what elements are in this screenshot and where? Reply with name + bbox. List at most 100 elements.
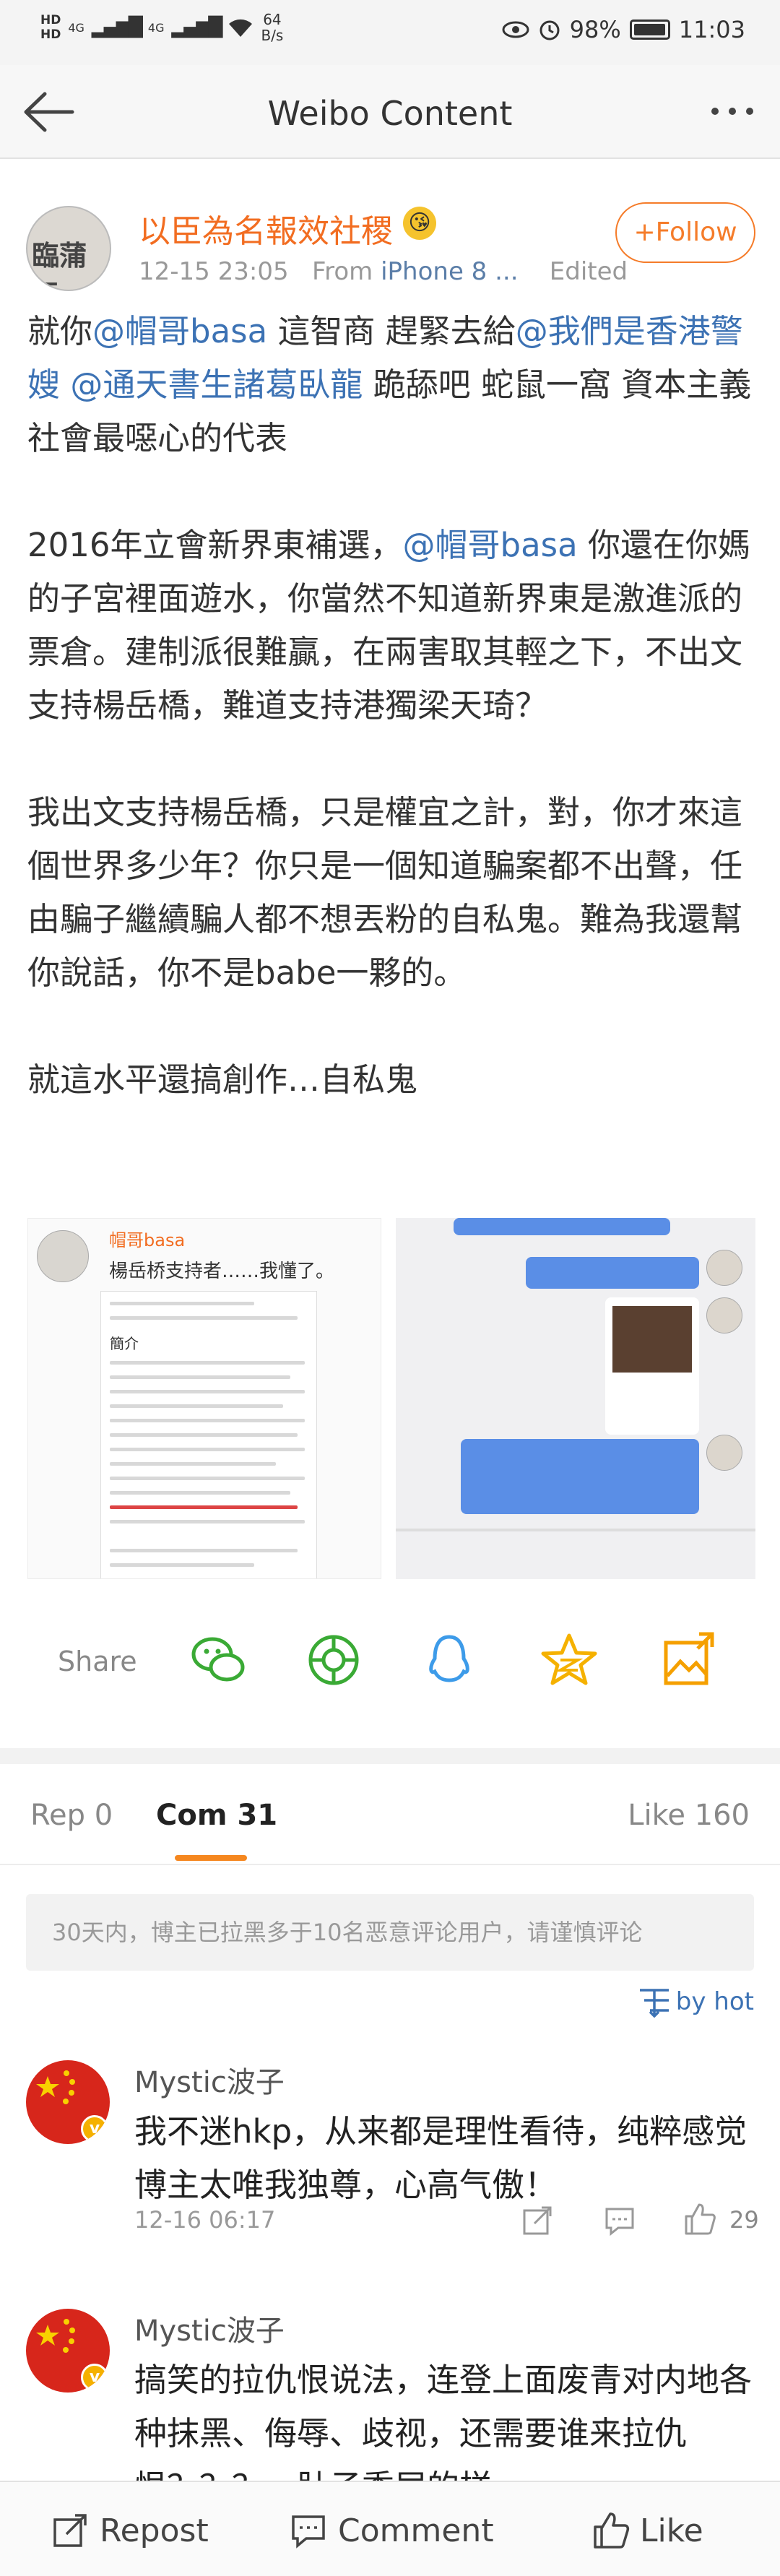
post-paragraph: 就這水平還搞創作…自私鬼 <box>27 1053 757 1107</box>
user-mention-link[interactable]: @帽哥basa <box>403 526 578 564</box>
page-title: Weibo Content <box>267 94 513 133</box>
doc-line <box>110 1302 254 1305</box>
battery-percent: 98% <box>569 16 621 43</box>
doc-line <box>110 1390 305 1393</box>
wechat-icon[interactable] <box>188 1630 248 1690</box>
status-bar: HD HD 4G ▂▄▆█ 4G ▂▄▆█ 64 B/s 98% 11:03 <box>0 0 780 65</box>
edited-label[interactable]: Edited <box>550 257 628 286</box>
author-avatar[interactable]: 臨蒲臣 <box>26 206 111 291</box>
doc-line <box>110 1477 305 1480</box>
author-badge-icon: 😘 <box>403 207 436 240</box>
commenter-name[interactable]: Mystic波子 <box>134 2059 285 2101</box>
follow-button[interactable]: +Follow <box>615 202 755 263</box>
eye-icon <box>502 21 529 38</box>
commenter-avatar[interactable]: v <box>26 2060 110 2144</box>
post-device[interactable]: iPhone 8 ... <box>381 257 518 286</box>
post-text-segment: 我出文支持楊岳橋，只是權宜之計，對，你才來這個世界多少年？你只是一個知道騙案都不… <box>27 793 743 992</box>
comment-like-icon[interactable] <box>682 2202 716 2236</box>
hd-label-1: HD <box>40 13 61 27</box>
post-text-segment: 就這水平還搞創作…自私鬼 <box>27 1060 418 1099</box>
post-meta: 12-15 23:05 From iPhone 8 ... Edited <box>139 257 628 286</box>
screenshot-doc-title: 簡介 <box>110 1335 139 1352</box>
network-type-2: 4G <box>147 20 165 35</box>
follow-label: Follow <box>655 217 737 247</box>
post-paragraph: 我出文支持楊岳橋，只是權宜之計，對，你才來這個世界多少年？你只是一個知道騙案都不… <box>27 786 757 1000</box>
repost-icon <box>53 2514 87 2547</box>
more-options-icon[interactable] <box>706 97 758 126</box>
doc-line <box>110 1491 290 1495</box>
post-image-1[interactable]: 帽哥basa 楊岳桥支持者……我懂了。 簡介 <box>27 1218 381 1579</box>
comment-like-count: 29 <box>729 2206 759 2234</box>
commenter-name[interactable]: Mystic波子 <box>134 2307 285 2349</box>
sort-button[interactable]: by hot <box>637 1984 754 2020</box>
post-time: 12-15 23:05 <box>139 257 289 286</box>
doc-line <box>110 1462 276 1466</box>
post-paragraph: 2016年立會新界東補選，@帽哥basa 你還在你媽的子宮裡面遊水，你當然不知道… <box>27 519 757 732</box>
screenshot-caption: 楊岳桥支持者……我懂了。 <box>109 1261 335 1282</box>
comment-share-icon[interactable] <box>520 2203 555 2238</box>
active-tab-indicator <box>175 1855 247 1861</box>
qzone-icon[interactable] <box>539 1630 599 1690</box>
section-divider <box>0 1748 780 1764</box>
tab-likes[interactable]: Like 160 <box>628 1799 750 1832</box>
interaction-tabs: Rep 0 Com 31 Like 160 <box>0 1764 780 1865</box>
doc-line <box>110 1361 305 1365</box>
doc-line <box>110 1419 305 1422</box>
plus-icon: + <box>633 217 656 247</box>
post-image-2[interactable] <box>396 1218 755 1579</box>
doc-line <box>110 1520 305 1523</box>
comment-notice: 30天内，博主已拉黑多于10名恶意评论用户，请谨慎评论 <box>26 1894 754 1971</box>
doc-underline <box>110 1505 298 1509</box>
post-author: 臨蒲臣 以臣為名報效社稷 😘 12-15 23:05 From iPhone 8… <box>0 188 780 296</box>
doc-line <box>110 1563 254 1567</box>
share-row: Share <box>0 1615 780 1702</box>
nav-bar: Weibo Content <box>0 65 780 159</box>
status-left: HD HD 4G ▂▄▆█ 4G ▂▄▆█ 64 B/s <box>40 12 283 43</box>
post-text-segment: 就你 <box>27 312 93 350</box>
chat-bubble <box>454 1218 670 1235</box>
bottom-action-bar: Repost Comment Like <box>0 2481 780 2576</box>
comment-reply-icon[interactable] <box>602 2203 637 2238</box>
repost-button[interactable]: Repost <box>51 2511 209 2550</box>
doc-line <box>110 1375 290 1379</box>
comment-icon <box>292 2515 325 2549</box>
signal-icon: ▂▄▆█ <box>91 17 143 38</box>
chat-bubble <box>461 1439 699 1514</box>
screenshot-username: 帽哥basa <box>109 1230 186 1250</box>
sort-label: by hot <box>675 1987 754 2016</box>
user-mention-link[interactable]: @帽哥basa <box>92 312 267 350</box>
save-image-icon[interactable] <box>657 1630 718 1690</box>
doc-line <box>110 1316 298 1320</box>
user-mention-link[interactable]: @通天書生諸葛臥龍 <box>70 366 363 404</box>
commenter-avatar[interactable]: v <box>26 2309 110 2393</box>
speed-unit: B/s <box>261 27 284 44</box>
doc-line <box>110 1433 298 1437</box>
network-speed: 64 B/s <box>261 12 283 43</box>
speed-value: 64 <box>263 11 282 28</box>
verified-icon: v <box>81 2115 108 2143</box>
post-text-segment: 這智商 趕緊去給 <box>267 312 516 350</box>
like-button[interactable]: Like <box>591 2511 703 2550</box>
tab-comments[interactable]: Com 31 <box>156 1799 277 1832</box>
alarm-icon <box>540 20 560 40</box>
post-body: 就你@帽哥basa 這智商 趕緊去給@我們是香港警嫂 @通天書生諸葛臥龍 跪舔吧… <box>27 305 757 1107</box>
verified-icon: v <box>81 2364 108 2391</box>
chat-bubble <box>526 1257 699 1289</box>
tab-reposts[interactable]: Rep 0 <box>30 1799 113 1832</box>
chat-avatar <box>706 1250 742 1286</box>
moments-icon[interactable] <box>303 1630 364 1690</box>
qq-icon[interactable] <box>419 1630 480 1690</box>
like-label: Like <box>640 2512 703 2549</box>
post-paragraph: 就你@帽哥basa 這智商 趕緊去給@我們是香港警嫂 @通天書生諸葛臥龍 跪舔吧… <box>27 305 757 465</box>
chat-image-thumb <box>612 1306 692 1373</box>
share-label: Share <box>58 1646 137 1677</box>
post-images: 帽哥basa 楊岳桥支持者……我懂了。 簡介 <box>27 1218 755 1579</box>
clock: 11:03 <box>678 16 745 43</box>
author-name[interactable]: 以臣為名報效社稷 <box>139 205 393 251</box>
doc-line <box>110 1549 298 1552</box>
comment-button[interactable]: Comment <box>289 2511 494 2550</box>
status-right: 98% 11:03 <box>502 16 745 43</box>
screenshot-avatar <box>37 1230 89 1282</box>
screenshot-document: 簡介 <box>100 1291 317 1578</box>
doc-line <box>110 1404 283 1408</box>
